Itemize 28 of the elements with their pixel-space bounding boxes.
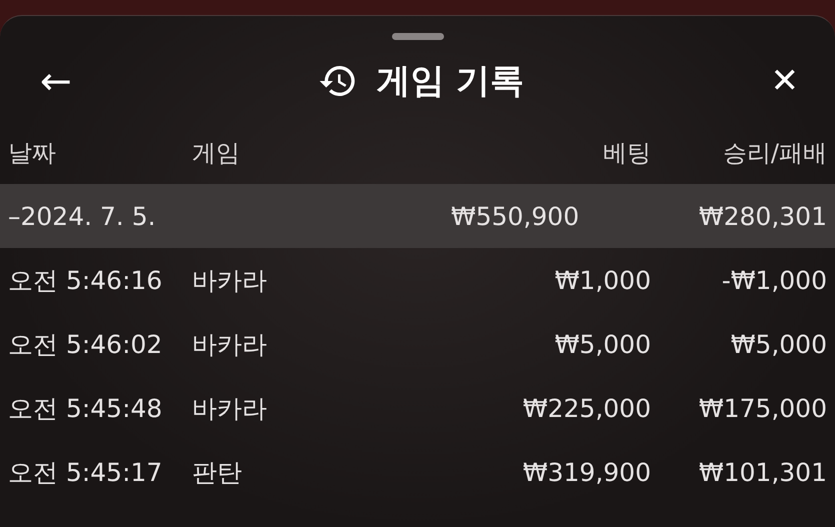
time-cell-text: 오전 5:45:17 xyxy=(8,456,164,488)
column-header: 베팅 xyxy=(602,138,651,169)
bet-cell-text: ₩225,000 xyxy=(522,394,651,422)
column-header: 승리/패배 xyxy=(722,138,827,169)
result-cell-text: ₩5,000 xyxy=(730,330,827,358)
result-cell-text: ₩101,301 xyxy=(698,458,827,486)
game-cell-text: 판탄 xyxy=(192,456,243,488)
time-cell-text: 오전 5:46:02 xyxy=(8,328,164,360)
bet-total: ₩550,900 xyxy=(451,202,580,230)
game-cell-text: 바카라 xyxy=(192,392,268,424)
game-cell-text: 바카라 xyxy=(192,328,268,360)
drag-handle[interactable] xyxy=(392,33,444,40)
date-label: –2024. 7. 5. xyxy=(8,202,157,230)
sheet-title: 게임 기록 xyxy=(376,60,524,103)
close-button[interactable]: ✕ xyxy=(770,64,799,98)
bet-cell-text: ₩319,900 xyxy=(522,458,651,486)
column-header: 게임 xyxy=(192,138,241,169)
result-cell-text: -₩1,000 xyxy=(720,266,827,294)
time-cell-text: 오전 5:45:48 xyxy=(8,392,164,424)
game-cell-text: 바카라 xyxy=(192,264,268,296)
date-group-row[interactable]: –2024. 7. 5. ₩550,900 ₩280,301 xyxy=(0,184,835,248)
bet-cell-text: ₩1,000 xyxy=(554,266,651,294)
result-total: ₩280,301 xyxy=(698,202,827,230)
back-button[interactable]: ← xyxy=(40,62,72,100)
column-header: 날짜 xyxy=(8,138,57,169)
time-cell-text: 오전 5:46:16 xyxy=(8,264,164,296)
result-cell-text: ₩175,000 xyxy=(698,394,827,422)
bet-cell-text: ₩5,000 xyxy=(554,330,651,358)
